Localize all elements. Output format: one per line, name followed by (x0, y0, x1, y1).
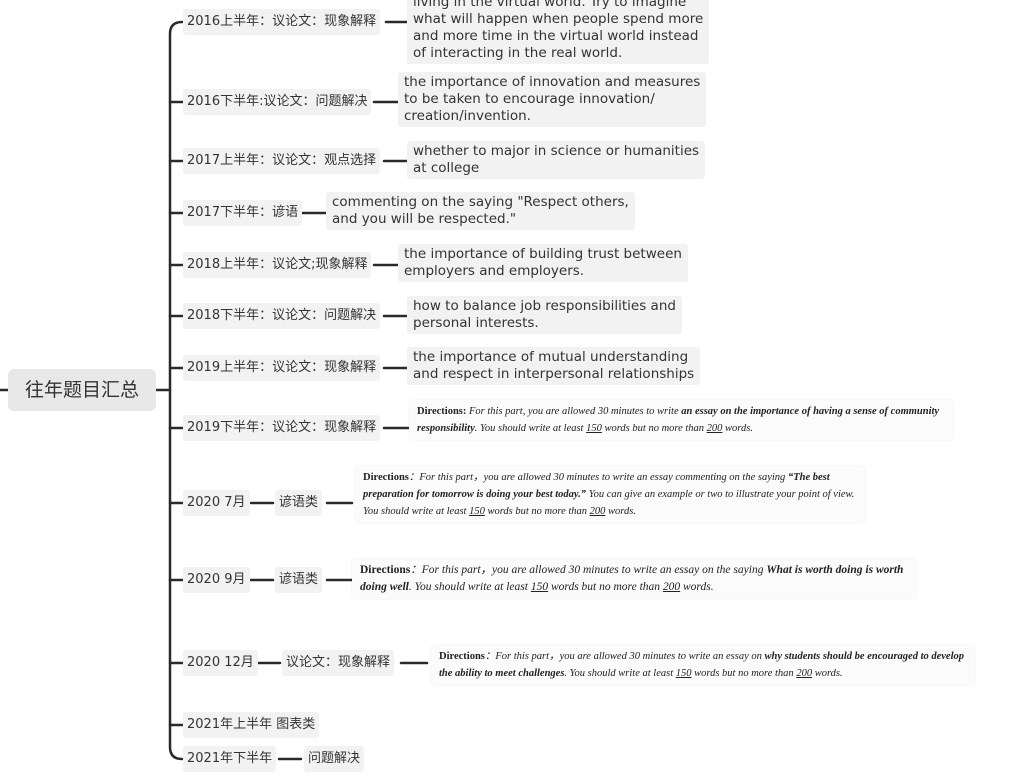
note-line: whether to major in science or humanitie… (413, 143, 700, 159)
topic-2019-h2[interactable]: 2019下半年：议论文：现象解释 (183, 415, 381, 441)
sub-2021-h2[interactable]: 问题解决 (304, 746, 365, 772)
directions-text: . You should write at least (564, 668, 676, 679)
note-line: at college (413, 160, 480, 176)
directions-lead: Directions (439, 651, 485, 662)
directions-2020-12[interactable]: Directions：For this part，you are allowed… (431, 645, 975, 685)
note-line: creation/invention. (404, 108, 531, 124)
directions-lead: Directions (363, 472, 409, 483)
note-line: and you will be respected." (332, 211, 517, 227)
topic-2020-07[interactable]: 2020 7月 (183, 490, 250, 516)
topic-2018-h1[interactable]: 2018上半年：议论文;现象解释 (183, 252, 372, 278)
directions-max-words: 200 (796, 668, 813, 679)
directions-2020-07[interactable]: Directions：For this part，you are allowed… (355, 466, 865, 523)
directions-min-words: 150 (530, 581, 549, 593)
directions-2019-h2[interactable]: Directions: For this part, you are allow… (409, 400, 953, 440)
note-line: how to balance job responsibilities and (413, 298, 676, 314)
directions-min-words: 150 (586, 423, 602, 434)
directions-2020-09[interactable]: Directions：For this part，you are allowed… (352, 559, 916, 599)
topic-2018-h2[interactable]: 2018下半年：议论文：问题解决 (183, 303, 381, 329)
directions-text: ：For this part，you are allowed 30 minute… (408, 472, 788, 483)
note-2017-h1[interactable]: whether to major in science or humanitie… (407, 141, 706, 179)
directions-text: words. (722, 423, 753, 434)
topic-2020-09[interactable]: 2020 9月 (183, 567, 250, 593)
directions-min-words: 150 (675, 668, 692, 679)
note-line: and respect in interpersonal relationshi… (413, 366, 695, 382)
topic-2021-h2[interactable]: 2021年下半年 (183, 746, 277, 772)
directions-max-words: 200 (706, 423, 723, 434)
directions-text: words but no more than (691, 668, 797, 679)
note-line: personal interests. (413, 315, 539, 331)
note-line: to be taken to encourage innovation/ (404, 91, 655, 107)
sub-2020-07[interactable]: 谚语类 (275, 490, 323, 516)
directions-text: . You should write at least (474, 423, 587, 434)
note-line: and more time in the virtual world inste… (413, 28, 699, 44)
directions-text: . You should write at least (408, 581, 531, 593)
topic-2019-h1[interactable]: 2019上半年：议论文：现象解释 (183, 355, 381, 381)
directions-text: ：For this part，you are allowed 30 minute… (484, 651, 765, 662)
directions-text: ：For this part，you are allowed 30 minute… (410, 564, 767, 576)
note-line: the importance of mutual understanding (413, 349, 689, 365)
directions-lead: Directions (360, 564, 411, 576)
note-2016-h1[interactable]: living in the virtual world. Try to imag… (407, 0, 710, 64)
directions-text: words. (680, 581, 714, 593)
note-line: what will happen when people spend more (413, 11, 704, 27)
note-line: employers and employers. (404, 263, 585, 279)
topic-2017-h2[interactable]: 2017下半年：谚语 (183, 200, 303, 226)
sub-2020-12[interactable]: 议论文：现象解释 (282, 650, 395, 676)
directions-max-words: 200 (589, 506, 606, 517)
note-line: commenting on the saying "Respect others… (332, 194, 629, 210)
directions-text: For this part, you are allowed 30 minute… (466, 406, 682, 417)
topic-2016-h1[interactable]: 2016上半年：议论文：现象解释 (183, 9, 381, 35)
directions-text: words but no more than (484, 506, 590, 517)
note-2018-h1[interactable]: the importance of building trust between… (398, 244, 688, 282)
note-2018-h2[interactable]: how to balance job responsibilities and … (407, 296, 682, 334)
directions-min-words: 150 (469, 506, 485, 517)
directions-lead: Directions: (417, 406, 467, 417)
note-line: the importance of innovation and measure… (404, 74, 701, 90)
topic-2021-h1[interactable]: 2021年上半年 图表类 (183, 712, 320, 738)
directions-text: words but no more than (548, 581, 663, 593)
topic-2016-h2[interactable]: 2016下半年:议论文：问题解决 (183, 89, 372, 115)
note-2017-h2[interactable]: commenting on the saying "Respect others… (326, 192, 635, 230)
topic-2017-h1[interactable]: 2017上半年：议论文：观点选择 (183, 148, 381, 174)
note-2019-h1[interactable]: the importance of mutual understanding a… (407, 347, 701, 385)
topic-2020-12[interactable]: 2020 12月 (183, 650, 258, 676)
directions-text: words. (605, 506, 636, 517)
note-line: of interacting in the real world. (413, 45, 623, 61)
note-line: living in the virtual world. Try to imag… (413, 0, 687, 10)
sub-2020-09[interactable]: 谚语类 (275, 567, 323, 593)
directions-text: words. (812, 668, 843, 679)
note-2016-h2[interactable]: the importance of innovation and measure… (398, 72, 707, 127)
root-node[interactable]: 往年题目汇总 (8, 369, 156, 411)
directions-text: words but no more than (601, 423, 707, 434)
note-line: the importance of building trust between (404, 246, 682, 262)
directions-max-words: 200 (662, 581, 681, 593)
